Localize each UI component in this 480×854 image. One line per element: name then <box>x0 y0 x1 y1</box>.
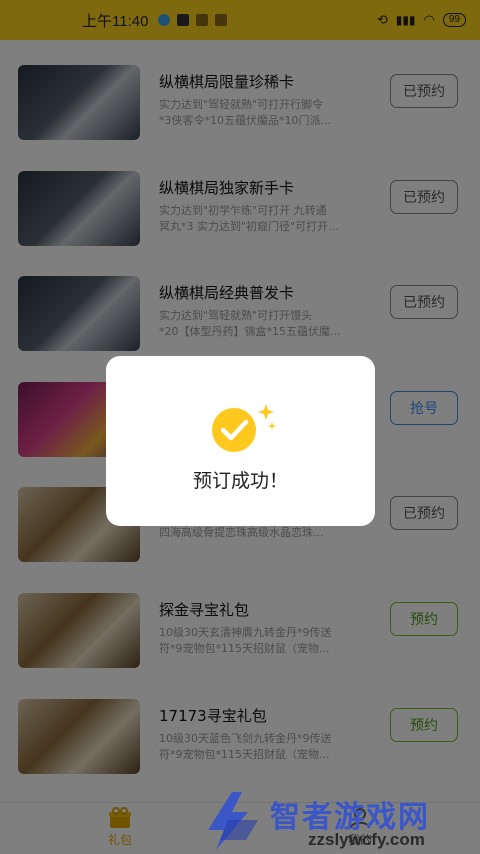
watermark: 智者游戏网 zzslywcfy.com <box>198 786 480 854</box>
dialog-message: 预订成功！ <box>192 470 288 492</box>
watermark-url: zzslywcfy.com <box>308 830 425 849</box>
watermark-logo-icon <box>208 792 258 850</box>
check-circle-icon <box>211 404 276 452</box>
success-dialog: 预订成功！ <box>106 356 375 526</box>
